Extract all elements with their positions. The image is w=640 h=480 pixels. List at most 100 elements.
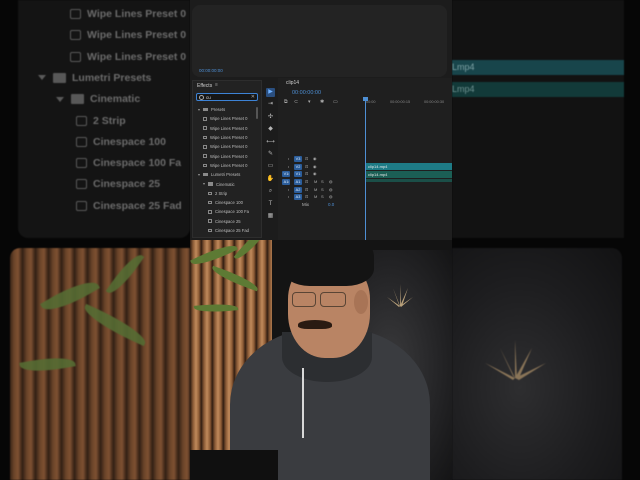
preset-icon <box>70 9 81 19</box>
track-select-icon[interactable]: ⇥ <box>266 100 275 109</box>
preset-icon <box>76 158 87 169</box>
mute-icon[interactable]: M <box>314 179 317 185</box>
pen-icon[interactable]: ✎ <box>266 150 275 159</box>
wrench-icon[interactable]: ✱ <box>320 99 324 105</box>
sync-lock-icon[interactable]: ⊡ <box>305 187 308 193</box>
track-target[interactable]: A1 <box>294 179 302 185</box>
expand-arrow-icon <box>56 96 64 102</box>
track-target[interactable]: V1 <box>294 171 302 177</box>
sync-lock-icon[interactable]: ⊡ <box>305 171 308 177</box>
timeline-timecode[interactable]: 00:00:00:00 <box>292 90 321 96</box>
track-header[interactable]: ı V2 ⊡ ◉ <box>278 163 366 171</box>
lock-icon[interactable]: ı <box>288 156 289 162</box>
effects-preset-item[interactable]: Wipe Lines Preset 0 <box>193 124 261 133</box>
effects-folder-item[interactable]: Lumetri Presets <box>193 170 261 179</box>
sync-lock-icon[interactable]: ⊡ <box>305 156 308 162</box>
effects-scrollbar[interactable] <box>256 107 258 119</box>
solo-icon[interactable]: S <box>321 187 324 193</box>
track-target[interactable]: A3 <box>294 194 302 200</box>
bg-list-item: Lumetri Presets <box>38 68 151 88</box>
effects-preset-item[interactable]: Wipe Lines Preset 0 <box>193 114 261 123</box>
program-timecode: 00:00:00:00 <box>199 68 223 73</box>
audio-clip[interactable]: clip14.mp4 <box>366 171 452 178</box>
effects-item-label: Wipe Lines Preset 0 <box>210 125 248 131</box>
effects-preset-item[interactable]: Wipe Lines Preset 0 <box>193 142 261 151</box>
preset-icon <box>203 117 207 121</box>
zoom-icon[interactable]: ⌕ <box>266 187 275 196</box>
expand-arrow-icon[interactable] <box>203 183 205 186</box>
hand-icon[interactable]: ✋ <box>266 175 275 184</box>
clear-search-icon[interactable]: ✕ <box>251 94 255 101</box>
folder-icon <box>53 72 66 83</box>
video-clip[interactable]: clip14.mp4 <box>366 163 452 170</box>
bg-list-label: Wipe Lines Preset 0 <box>87 50 187 63</box>
expand-arrow-icon[interactable] <box>198 173 200 176</box>
slip-icon[interactable]: ⟷ <box>266 138 275 147</box>
eye-icon[interactable]: ◉ <box>313 164 317 170</box>
track-target[interactable]: V2 <box>294 163 302 170</box>
expand-arrow-icon[interactable] <box>198 108 200 111</box>
effects-preset-item[interactable]: Wipe Lines Preset 0 <box>193 161 261 170</box>
sync-lock-icon[interactable]: ⊡ <box>305 164 308 170</box>
effects-item-label: Wipe Lines Preset 0 <box>210 144 248 150</box>
bg-list-label: Lumetri Presets <box>72 71 152 84</box>
snap-icon[interactable]: ⧉ <box>284 99 288 105</box>
track-header[interactable]: V1 ı V1 ⊡ ◉ <box>278 171 366 178</box>
mix-value[interactable]: 0.0 <box>328 202 334 207</box>
mute-icon[interactable]: M <box>314 187 317 193</box>
timeline-tab[interactable]: clip14 <box>286 80 299 86</box>
effects-folder-item[interactable]: Cinematic <box>193 179 261 188</box>
rectangle-icon[interactable]: ▭ <box>266 162 275 171</box>
razor-icon[interactable]: ◆ <box>266 125 275 134</box>
captions-icon[interactable]: ▭ <box>333 99 338 105</box>
effects-preset-item[interactable]: 2 Strip <box>193 189 261 198</box>
effects-search-input[interactable]: cu ✕ <box>196 93 258 101</box>
eye-icon[interactable]: ◉ <box>313 171 317 177</box>
effects-folder-item[interactable]: Presets <box>193 105 261 114</box>
sync-lock-icon[interactable]: ⊡ <box>305 179 308 185</box>
program-monitor[interactable]: 00:00:00:00 <box>192 5 447 77</box>
lock-icon[interactable]: ı <box>288 171 289 177</box>
track-target[interactable]: A2 <box>294 186 302 193</box>
panel-menu-icon[interactable]: ≡ <box>215 82 218 88</box>
effects-preset-item[interactable]: Wipe Lines Preset 0 <box>193 151 261 160</box>
ripple-edit-icon[interactable]: ✣ <box>266 113 275 122</box>
track-header[interactable]: ı A3 ⊡ M S ◍ <box>278 194 366 201</box>
solo-icon[interactable]: S <box>321 179 324 185</box>
bg-list-item: Cinespace 100 <box>76 132 166 152</box>
voiceover-mic-icon[interactable]: ◍ <box>329 194 333 200</box>
marker-icon[interactable]: ▾ <box>308 99 311 105</box>
effects-preset-item[interactable]: Cinespace 100 Fa <box>193 207 261 216</box>
bg-list-label: Cinematic <box>90 93 141 106</box>
eye-icon[interactable]: ◉ <box>313 156 317 162</box>
effects-preset-item[interactable]: Cinespace 25 <box>193 217 261 226</box>
solo-icon[interactable]: S <box>321 194 324 200</box>
effects-preset-item[interactable]: Cinespace 100 <box>193 198 261 207</box>
mustache <box>298 320 332 329</box>
effects-panel-title[interactable]: Effects <box>197 83 212 89</box>
mute-icon[interactable]: M <box>314 194 317 200</box>
effects-preset-item[interactable]: Cinespace 25 Fad <box>193 226 261 235</box>
type-icon[interactable]: T <box>266 200 275 209</box>
track-header[interactable]: ı A2 ⊡ M S ◍ <box>278 186 366 194</box>
lock-icon[interactable]: ı <box>288 194 289 200</box>
preset-icon <box>208 191 212 196</box>
lock-icon[interactable]: ı <box>288 164 289 170</box>
linked-selection-icon[interactable]: ⊂ <box>294 99 298 105</box>
bg-list-label: Wipe Lines Preset 0 <box>87 8 187 20</box>
lock-icon[interactable]: ı <box>288 179 289 185</box>
bg-list-item: Cinespace 25 <box>76 174 160 194</box>
track-target[interactable]: V3 <box>294 156 302 162</box>
ruler-label: 00:00:00:15 <box>390 100 411 104</box>
track-header[interactable]: ı V3 ⊡ ◉ <box>278 156 366 163</box>
lock-icon[interactable]: ı <box>288 187 289 193</box>
caption-tool-icon[interactable]: ▦ <box>266 212 275 221</box>
sync-lock-icon[interactable]: ⊡ <box>305 194 308 200</box>
mix-label: Mix <box>302 202 309 207</box>
search-icon <box>199 95 204 100</box>
track-header[interactable]: A1 ı A1 ⊡ M S ◍ <box>278 179 366 186</box>
selection-tool-icon[interactable]: ▶ <box>266 88 275 97</box>
voiceover-mic-icon[interactable]: ◍ <box>329 187 333 193</box>
voiceover-mic-icon[interactable]: ◍ <box>329 179 333 185</box>
effects-preset-item[interactable]: Wipe Lines Preset 0 <box>193 133 261 142</box>
